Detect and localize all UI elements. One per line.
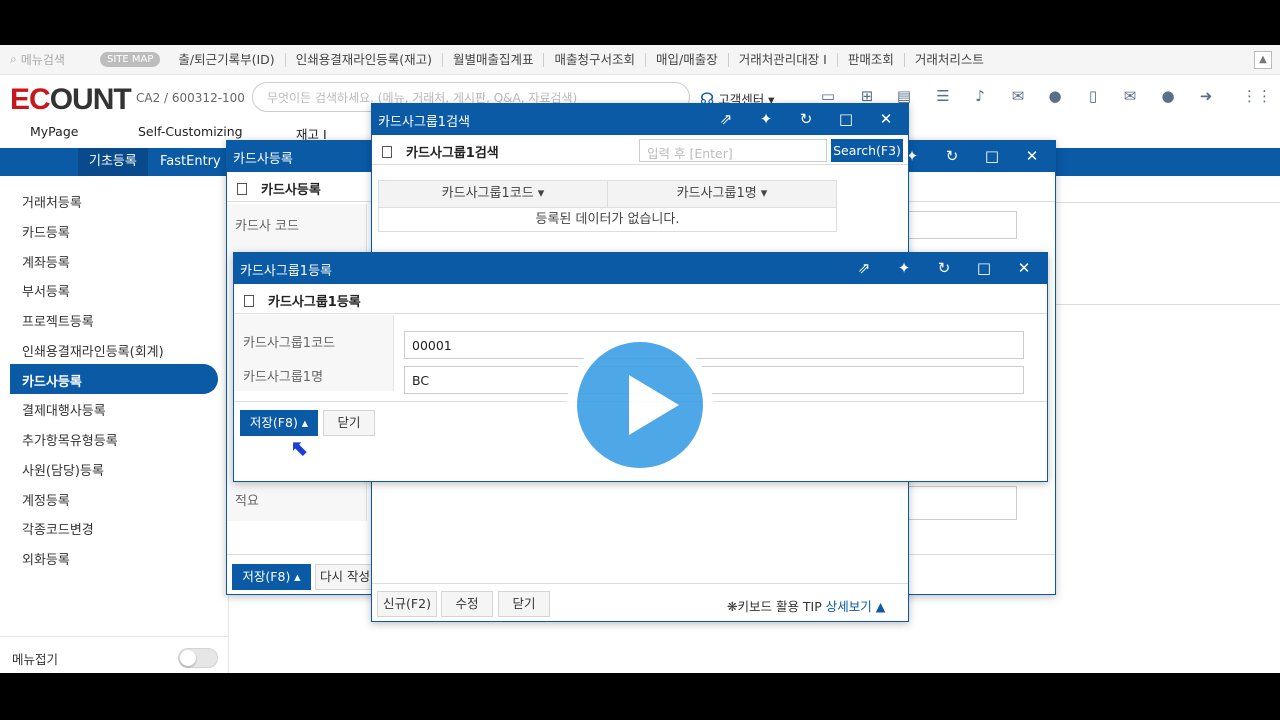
quick-link[interactable]: 출/퇴근기록부(ID) bbox=[168, 52, 286, 67]
divider bbox=[372, 583, 908, 584]
logout-icon[interactable]: ➜ bbox=[1196, 86, 1216, 106]
divider bbox=[1056, 202, 1280, 203]
collapse-icon[interactable]: ▲ bbox=[1254, 51, 1272, 69]
menu-fold-toggle[interactable] bbox=[178, 648, 218, 668]
sidebar-item[interactable]: 카드등록 bbox=[22, 222, 70, 241]
memo-input[interactable] bbox=[907, 486, 1017, 520]
ecount-logo[interactable]: ECOUNT bbox=[10, 83, 132, 117]
save-button[interactable]: 저장(F8) ▴ bbox=[240, 410, 318, 436]
quick-link[interactable]: 월별매출집계표 bbox=[443, 52, 545, 67]
sidebar-item[interactable]: 사원(담당)등록 bbox=[22, 460, 104, 479]
app-window: ⌕ 메뉴검색 SITE MAP 출/퇴근기록부(ID) 인쇄용결재라인등록(재고)… bbox=[0, 45, 1280, 673]
tip-detail-link[interactable]: 상세보기 ▲ bbox=[826, 599, 886, 614]
user-icon[interactable]: ● bbox=[1158, 86, 1178, 106]
quick-link[interactable]: 거래처관리대장 I bbox=[729, 52, 838, 67]
window-title: 카드사그룹1검색 bbox=[378, 115, 470, 130]
quick-link[interactable]: 인쇄용결재라인등록(재고) bbox=[286, 52, 443, 67]
divider bbox=[0, 636, 229, 637]
save-button[interactable]: 저장(F8) ▴ bbox=[232, 564, 311, 590]
column-header-name[interactable]: 카드사그룹1명 ▾ bbox=[608, 181, 836, 208]
bell-icon[interactable]: ♪ bbox=[970, 86, 990, 106]
sidebar-item-active[interactable]: 카드사등록 bbox=[10, 364, 218, 394]
sidebar-item[interactable]: 각종코드변경 bbox=[22, 519, 94, 538]
document-icon[interactable]: ☰ bbox=[933, 86, 953, 106]
sidebar-item[interactable]: 외화등록 bbox=[22, 549, 70, 568]
empty-message: 등록된 데이터가 없습니다. bbox=[535, 212, 680, 227]
sidebar-item[interactable]: 계정등록 bbox=[22, 490, 70, 509]
sidebar-item[interactable]: 프로젝트등록 bbox=[22, 311, 94, 330]
group-name-input[interactable]: BC bbox=[404, 366, 1024, 394]
mobile-icon[interactable]: ▯ bbox=[1083, 86, 1103, 106]
close-button[interactable]: 닫기 bbox=[323, 410, 375, 436]
document-icon bbox=[244, 295, 254, 307]
refresh-icon[interactable]: ↻ bbox=[786, 110, 826, 128]
search-button[interactable]: Search(F3) bbox=[831, 139, 903, 162]
close-icon[interactable]: ✕ bbox=[1012, 147, 1052, 165]
menu-search-input[interactable]: ⌕ 메뉴검색 bbox=[0, 51, 100, 68]
card-code-input[interactable] bbox=[907, 211, 1017, 239]
group-name-label: 카드사그룹1명 bbox=[243, 370, 324, 385]
window-subheader: 카드사그룹1등록 bbox=[234, 284, 1047, 314]
play-video-button[interactable] bbox=[567, 332, 713, 478]
sidebar-item[interactable]: 추가항목유형등록 bbox=[22, 430, 118, 449]
close-button[interactable]: 닫기 bbox=[498, 591, 550, 617]
window-titlebar: 카드사그룹1등록 ⇗ ✦ ↻ □ ✕ bbox=[234, 253, 1047, 284]
menu-fold-label: 메뉴접기 bbox=[12, 652, 59, 667]
apps-grid-icon[interactable]: ⋮⋮ bbox=[1242, 86, 1272, 106]
sidebar-item[interactable]: 거래처등록 bbox=[22, 192, 82, 211]
popout-icon[interactable]: ⇗ bbox=[844, 259, 884, 277]
quick-menu-bar: ⌕ 메뉴검색 SITE MAP 출/퇴근기록부(ID) 인쇄용결재라인등록(재고)… bbox=[0, 45, 1280, 75]
maximize-icon[interactable]: □ bbox=[972, 147, 1012, 165]
chat-icon[interactable]: ● bbox=[1045, 86, 1065, 106]
quick-link[interactable]: 판매조회 bbox=[838, 52, 905, 67]
refresh-icon[interactable]: ↻ bbox=[932, 147, 972, 165]
sidebar: 거래처등록 카드등록 계좌등록 부서등록 프로젝트등록 인쇄용결재라인등록(회계… bbox=[0, 176, 229, 673]
mail-open-icon[interactable]: ✉ bbox=[1008, 86, 1028, 106]
pin-icon[interactable]: ✦ bbox=[746, 110, 786, 128]
result-table: 카드사그룹1코드 ▾ 카드사그룹1명 ▾ 등록된 데이터가 없습니다. bbox=[378, 180, 837, 232]
menu-mypage[interactable]: MyPage bbox=[30, 124, 78, 139]
close-icon[interactable]: ✕ bbox=[1004, 259, 1044, 277]
maximize-icon[interactable]: □ bbox=[964, 259, 1004, 277]
group-code-input[interactable]: 00001 bbox=[404, 331, 1024, 359]
popout-icon[interactable]: ⇗ bbox=[706, 110, 746, 128]
group-code-label: 카드사그룹1코드 bbox=[243, 336, 335, 351]
quick-link[interactable]: 매출청구서조회 bbox=[544, 52, 646, 67]
memo-label: 적요 bbox=[235, 494, 259, 509]
window-title: 카드사등록 bbox=[233, 152, 293, 167]
sidebar-item[interactable]: 결제대행사등록 bbox=[22, 400, 106, 419]
keyboard-tip: ❋키보드 활용 TIP 상세보기 ▲ bbox=[727, 599, 886, 614]
window-title: 카드사그룹1등록 bbox=[240, 264, 332, 279]
document-icon bbox=[382, 146, 392, 158]
menu-self-customizing[interactable]: Self-Customizing bbox=[138, 124, 243, 139]
mail-icon[interactable]: ✉ bbox=[1120, 86, 1140, 106]
search-input[interactable]: 입력 후 [Enter] bbox=[639, 139, 827, 162]
sidebar-item[interactable]: 계좌등록 bbox=[22, 252, 70, 271]
window-titlebar: 카드사그룹1검색 ⇗ ✦ ↻ □ ✕ bbox=[372, 104, 908, 135]
sitemap-button[interactable]: SITE MAP bbox=[100, 52, 161, 67]
document-icon bbox=[237, 183, 247, 195]
play-circle bbox=[577, 342, 703, 468]
sidebar-item[interactable]: 인쇄용결재라인등록(회계) bbox=[22, 341, 164, 360]
tab-fastentry[interactable]: FastEntry bbox=[149, 148, 232, 176]
play-icon bbox=[629, 375, 679, 435]
refresh-icon[interactable]: ↻ bbox=[924, 259, 964, 277]
tab-basic-registration[interactable]: 기초등록 bbox=[78, 148, 148, 176]
toggle-knob bbox=[180, 650, 196, 666]
new-button[interactable]: 신규(F2) bbox=[377, 591, 437, 617]
quick-link[interactable]: 매입/매출장 bbox=[646, 52, 729, 67]
company-code: CA2 / 600312-100 bbox=[136, 91, 245, 105]
close-icon[interactable]: ✕ bbox=[866, 110, 906, 128]
pin-icon[interactable]: ✦ bbox=[884, 259, 924, 277]
card-code-label: 카드사 코드 bbox=[235, 219, 299, 234]
divider bbox=[1056, 304, 1280, 305]
edit-button[interactable]: 수정 bbox=[441, 591, 493, 617]
sidebar-item[interactable]: 부서등록 bbox=[22, 281, 70, 300]
column-header-code[interactable]: 카드사그룹1코드 ▾ bbox=[379, 181, 608, 208]
maximize-icon[interactable]: □ bbox=[826, 110, 866, 128]
quick-link[interactable]: 거래처리스트 bbox=[905, 52, 994, 67]
rewrite-button[interactable]: 다시 작성 bbox=[315, 564, 375, 590]
search-icon: ⌕ bbox=[10, 52, 17, 66]
cursor-arrow-icon: ⬆ bbox=[284, 434, 316, 465]
